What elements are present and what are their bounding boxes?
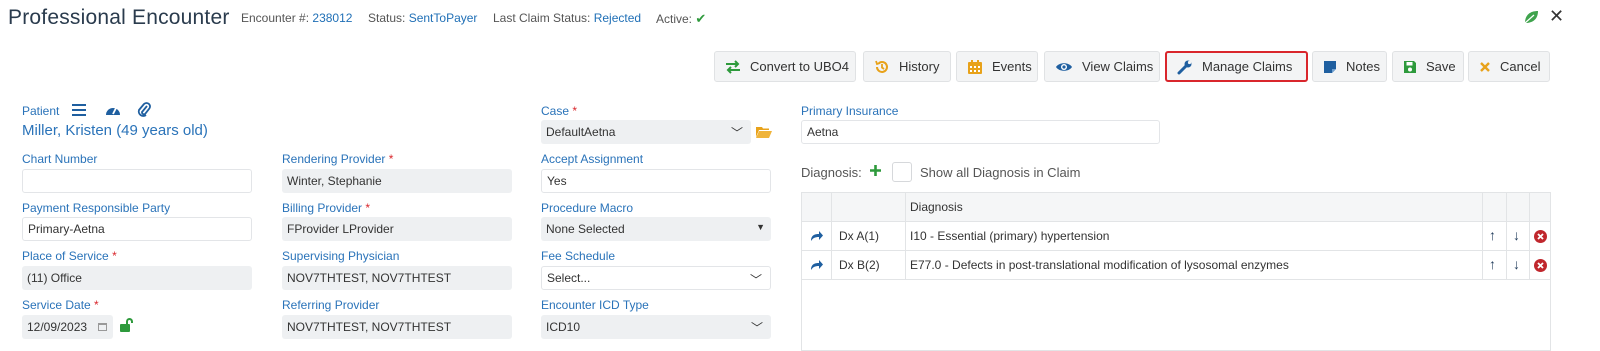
accept-assignment-label: Accept Assignment — [541, 152, 644, 166]
supervising-physician-label: Supervising Physician — [282, 249, 400, 263]
diagnosis-label: Diagnosis: — [801, 165, 862, 180]
table-row[interactable]: Dx B(2) E77.0 - Defects in post-translat… — [802, 251, 1550, 280]
referring-provider-label: Referring Provider — [282, 298, 380, 312]
chevron-down-icon: ﹀ — [730, 126, 743, 140]
primary-insurance-label: Primary Insurance — [801, 104, 899, 118]
billing-provider-label: Billing Provider * — [282, 201, 371, 215]
patient-label: Patient — [22, 104, 60, 118]
claim-status-value: Rejected — [593, 11, 642, 25]
show-all-diagnosis-checkbox[interactable] — [892, 162, 912, 182]
status-meta: Status: SentToPayer — [368, 11, 478, 25]
chart-number-field[interactable] — [22, 169, 252, 193]
diagnosis-column-header: Diagnosis — [910, 200, 963, 214]
note-icon — [1324, 60, 1336, 73]
column-divider — [831, 193, 832, 280]
notes-button[interactable]: Notes — [1312, 51, 1387, 82]
status-value: SentToPayer — [408, 11, 478, 25]
claim-status-meta: Last Claim Status: Rejected — [493, 11, 642, 25]
events-button[interactable]: Events — [956, 51, 1038, 82]
remove-icon[interactable] — [1534, 259, 1547, 272]
icd-type-select[interactable]: ICD10 ﹀ — [541, 315, 771, 339]
calendar-icon — [968, 59, 982, 74]
calendar-icon[interactable] — [98, 322, 107, 331]
primary-insurance-field[interactable]: Aetna — [801, 120, 1160, 144]
cancel-button[interactable]: Cancel — [1468, 51, 1550, 82]
active-meta: Active: ✔ — [656, 11, 707, 26]
wrench-icon — [1177, 60, 1192, 74]
encounter-number: 238012 — [312, 11, 353, 25]
move-down-icon[interactable]: ↓ — [1513, 227, 1520, 243]
rendering-provider-label: Rendering Provider * — [282, 152, 394, 166]
payment-party-label: Payment Responsible Party — [22, 201, 171, 215]
column-divider — [1482, 193, 1483, 280]
encounter-number-meta: Encounter #: 238012 — [241, 11, 353, 25]
move-up-icon[interactable]: ↑ — [1489, 227, 1496, 243]
case-select[interactable]: DefaultAetna ﹀ — [541, 120, 751, 144]
place-of-service-label: Place of Service * — [22, 249, 117, 263]
procedure-macro-select[interactable]: None Selected ▼ — [541, 217, 771, 241]
show-all-diagnosis-label: Show all Diagnosis in Claim — [920, 165, 1081, 180]
manage-claims-button[interactable]: Manage Claims — [1165, 51, 1308, 82]
column-divider — [1529, 193, 1530, 280]
chart-number-label: Chart Number — [22, 152, 98, 166]
caret-down-icon: ▼ — [756, 222, 765, 232]
billing-provider-field[interactable]: FProvider LProvider — [282, 217, 512, 241]
diagnosis-description: I10 - Essential (primary) hypertension — [910, 229, 1110, 243]
swap-arrows-icon — [726, 59, 740, 74]
save-button[interactable]: Save — [1392, 51, 1464, 82]
paperclip-icon[interactable] — [137, 102, 151, 117]
place-of-service-field[interactable]: (11) Office — [22, 266, 252, 290]
history-button[interactable]: History — [863, 51, 951, 82]
move-up-icon[interactable]: ↑ — [1489, 256, 1496, 272]
unlock-icon[interactable] — [119, 318, 134, 333]
dashboard-icon[interactable] — [105, 103, 121, 117]
fee-schedule-select[interactable]: Select... ﹀ — [541, 266, 771, 290]
menu-icon[interactable] — [72, 104, 86, 116]
service-date-label: Service Date * — [22, 298, 99, 312]
supervising-physician-field[interactable]: NOV7THTEST, NOV7THTEST — [282, 266, 512, 290]
check-icon: ✔ — [695, 11, 707, 26]
plus-icon[interactable] — [869, 164, 882, 177]
diagnosis-pointer: Dx B(2) — [839, 258, 880, 272]
chevron-down-icon: ﹀ — [750, 321, 763, 335]
x-icon — [1480, 61, 1490, 72]
chevron-down-icon: ﹀ — [749, 273, 762, 287]
share-arrow-icon[interactable] — [810, 259, 824, 271]
diagnosis-pointer: Dx A(1) — [839, 229, 880, 243]
close-icon[interactable]: ✕ — [1549, 7, 1564, 25]
save-icon — [1404, 60, 1416, 73]
payment-party-field[interactable]: Primary-Aetna — [22, 217, 252, 241]
history-icon — [875, 60, 888, 73]
column-divider — [1506, 193, 1507, 280]
move-down-icon[interactable]: ↓ — [1513, 256, 1520, 272]
diagnosis-table: Diagnosis Dx A(1) I10 - Essential (prima… — [801, 192, 1551, 351]
service-date-field[interactable]: 12/09/2023 — [22, 315, 113, 339]
rendering-provider-field[interactable]: Winter, Stephanie — [282, 169, 512, 193]
accept-assignment-field[interactable]: Yes — [541, 169, 771, 193]
folder-open-icon[interactable] — [756, 126, 772, 138]
fee-schedule-label: Fee Schedule — [541, 249, 616, 263]
share-arrow-icon[interactable] — [810, 230, 824, 242]
procedure-macro-label: Procedure Macro — [541, 201, 634, 215]
diagnosis-table-header: Diagnosis — [802, 193, 1550, 222]
eye-icon — [1056, 62, 1072, 71]
case-label: Case * — [541, 104, 578, 118]
view-claims-button[interactable]: View Claims — [1044, 51, 1160, 82]
page-title: Professional Encounter — [8, 6, 230, 29]
convert-to-ubo4-button[interactable]: Convert to UBO4 — [714, 51, 856, 82]
referring-provider-field[interactable]: NOV7THTEST, NOV7THTEST — [282, 315, 512, 339]
table-row[interactable]: Dx A(1) I10 - Essential (primary) hypert… — [802, 222, 1550, 251]
patient-name[interactable]: Miller, Kristen (49 years old) — [22, 122, 208, 139]
column-divider — [905, 193, 906, 280]
diagnosis-description: E77.0 - Defects in post-translational mo… — [910, 258, 1289, 272]
icd-type-label: Encounter ICD Type — [541, 298, 649, 312]
remove-icon[interactable] — [1534, 230, 1547, 243]
leaf-icon[interactable] — [1522, 8, 1540, 26]
